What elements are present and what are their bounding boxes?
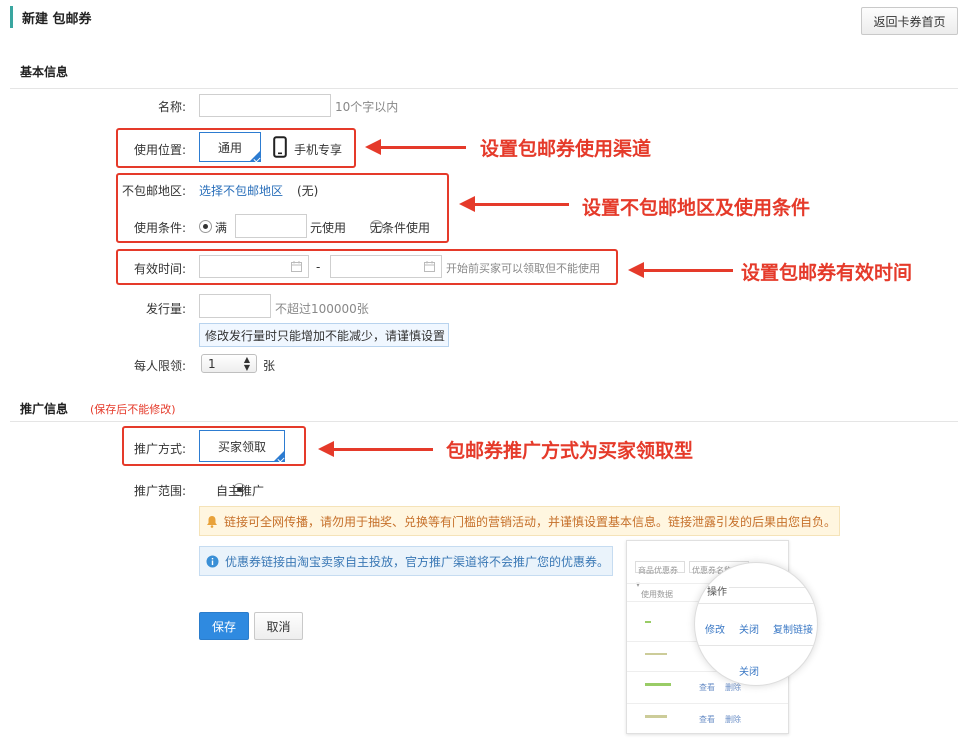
name-input[interactable] — [199, 94, 331, 117]
annotation-arrow — [459, 196, 475, 212]
region-value: (无) — [297, 184, 319, 198]
mobile-icon — [273, 136, 287, 161]
region-label: 不包邮地区: — [121, 184, 186, 198]
condition-label: 使用条件: — [133, 221, 186, 235]
preview-action-copy-link: 复制链接 — [773, 625, 813, 636]
location-label: 使用位置: — [133, 143, 186, 157]
validity-hint: 开始前买家可以领取但不能使用 — [446, 262, 600, 275]
location-option-general-label: 通用 — [217, 140, 242, 155]
quantity-hint: 不超过100000张 — [275, 302, 369, 316]
preview-col-actions: 操作 — [705, 583, 729, 598]
scope-self-label: 自主推广 — [216, 484, 265, 498]
quantity-label: 发行量: — [145, 302, 186, 316]
basic-info-heading: 基本信息 — [20, 65, 69, 79]
promo-info-heading: 推广信息 — [20, 402, 69, 416]
save-button[interactable]: 保存 — [199, 612, 249, 640]
condition-full-label: 满 — [215, 221, 228, 235]
info-icon — [206, 555, 219, 567]
end-date-input[interactable] — [330, 255, 442, 278]
preview-bar — [645, 621, 651, 623]
preview-action-close: 关闭 — [739, 667, 759, 678]
method-option-label: 买家领取 — [217, 439, 266, 454]
location-option-general[interactable]: 通用 — [199, 132, 261, 162]
annotation-arrow — [365, 139, 381, 155]
annotation-method: 包邮券推广方式为买家领取型 — [446, 440, 694, 462]
bell-icon — [207, 515, 217, 528]
preview-row-view: 查看 — [699, 683, 715, 692]
promo-section-note: (保存后不能修改) — [90, 403, 176, 416]
limit-unit: 张 — [263, 359, 276, 373]
method-label: 推广方式: — [133, 442, 186, 456]
condition-none-label: 无条件使用 — [370, 221, 431, 235]
select-region-link[interactable]: 选择不包邮地区 — [199, 182, 283, 199]
calendar-icon — [424, 261, 435, 272]
quantity-input[interactable] — [199, 294, 271, 318]
divider — [10, 88, 958, 89]
annotation-arrow — [628, 262, 644, 278]
limit-select-value: 1 — [208, 356, 216, 371]
promo-warning-text: 链接可全网传播，请勿用于抽奖、兑换等有门槛的营销活动，并谨慎设置基本信息。链接泄… — [224, 514, 837, 529]
date-separator: - — [316, 260, 321, 274]
annotation-arrow — [318, 441, 334, 457]
preview-bar — [645, 683, 671, 686]
preview-row-delete: 删除 — [725, 715, 741, 724]
calendar-icon — [291, 261, 302, 272]
page-title: 新建 包邮券 — [22, 12, 92, 27]
preview-bar — [645, 653, 667, 655]
name-label: 名称: — [157, 100, 186, 114]
promo-info: 优惠券链接由淘宝卖家自主投放，官方推广渠道将不会推广您的优惠券。 — [199, 546, 613, 576]
start-date-input[interactable] — [199, 255, 309, 278]
annotation-arrow — [380, 146, 466, 149]
title-accent-bar — [10, 6, 13, 28]
select-arrows-icon: ▲ ▼ — [243, 354, 250, 372]
promo-warning: 链接可全网传播，请勿用于抽奖、兑换等有门槛的营销活动，并谨慎设置基本信息。链接泄… — [199, 506, 840, 536]
annotation-arrow — [333, 448, 433, 451]
cancel-button[interactable]: 取消 — [254, 612, 303, 640]
annotation-validity: 设置包邮券有效时间 — [741, 262, 913, 284]
preview-magnifier: 操作 修改 关闭 复制链接 关闭 — [694, 562, 818, 686]
divider — [10, 421, 958, 422]
preview-row-view: 查看 — [699, 715, 715, 724]
scope-label: 推广范围: — [133, 484, 186, 498]
method-option-buyer-claim[interactable]: 买家领取 — [199, 430, 285, 462]
preview-action-edit: 修改 — [705, 625, 725, 636]
name-hint: 10个字以内 — [335, 100, 399, 114]
selected-check-icon — [249, 150, 261, 162]
preview-bar — [645, 715, 667, 718]
condition-full-radio[interactable] — [199, 220, 212, 233]
preview-action-close: 关闭 — [739, 625, 759, 636]
location-option-mobile[interactable]: 手机专享 — [294, 141, 342, 158]
selected-check-icon — [273, 450, 285, 462]
condition-suffix: 元使用 — [310, 221, 347, 235]
limit-select[interactable]: 1 ▲ ▼ — [201, 354, 257, 373]
back-to-coupons-button[interactable]: 返回卡券首页 — [861, 7, 958, 35]
annotation-arrow — [474, 203, 569, 206]
promo-info-text: 优惠券链接由淘宝卖家自主投放，官方推广渠道将不会推广您的优惠券。 — [225, 554, 610, 569]
limit-label: 每人限领: — [133, 359, 186, 373]
condition-amount-input[interactable] — [235, 214, 307, 238]
quantity-tip: 修改发行量时只能增加不能减少，请谨慎设置 — [199, 323, 449, 347]
preview-col-usage: 使用数据 — [641, 590, 673, 599]
annotation-arrow — [643, 269, 733, 272]
preview-dropdown: 商品优惠券 ▾ — [635, 561, 685, 589]
validity-label: 有效时间: — [133, 262, 186, 276]
annotation-region: 设置不包邮地区及使用条件 — [582, 197, 811, 219]
annotation-location: 设置包邮券使用渠道 — [480, 138, 652, 160]
